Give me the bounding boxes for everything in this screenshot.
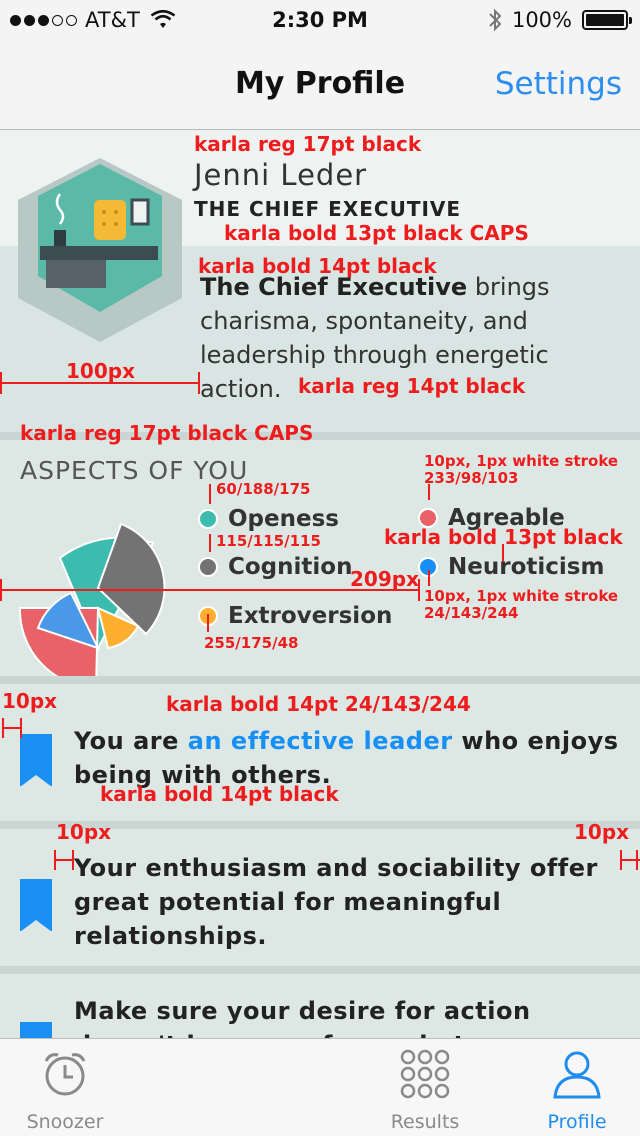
aspects-heading: ASPECTS OF YOU: [20, 456, 249, 485]
measure-line: [54, 850, 56, 870]
annotation: 255/175/48: [204, 634, 299, 652]
measure-line: [636, 850, 638, 870]
measure-line: [20, 718, 22, 738]
measure-line: [0, 579, 2, 601]
annotation: 115/115/115: [216, 532, 321, 550]
measure-line: [207, 614, 209, 632]
measure-line: [428, 570, 430, 586]
annotation: karla bold 14pt black: [100, 782, 339, 806]
measure-line: [418, 579, 420, 601]
insight-text: Your enthusiasm and sociability offer gr…: [74, 854, 598, 950]
tab-results[interactable]: Results: [360, 1039, 490, 1136]
annotation: 60/188/175: [216, 480, 311, 498]
annotation: karla reg 17pt black CAPS: [20, 421, 314, 445]
grid-dots-icon: [400, 1049, 450, 1099]
annotation: karla bold 13pt black CAPS: [224, 221, 529, 245]
battery-icon: [582, 10, 632, 30]
measure-line: [428, 484, 430, 500]
tab-label: Results: [390, 1111, 460, 1133]
openess-dot-icon: [198, 509, 218, 529]
measure-line: [2, 718, 4, 738]
navigation-header: AT&T 2:30 PM 100% My Profile Settings: [0, 0, 640, 130]
measure-line: [72, 850, 74, 870]
legend-cognition: Cognition: [198, 554, 352, 580]
annotation: 10px: [574, 820, 630, 844]
profile-name: Jenni Leder: [194, 158, 368, 192]
legend-neuroticism: Neuroticism: [418, 554, 604, 580]
annotation: karla bold 14pt 24/143/244: [166, 692, 471, 716]
annotation: 10px: [56, 820, 112, 844]
bluetooth-icon: [489, 8, 502, 32]
measure-line: [2, 727, 22, 729]
status-right: 100%: [488, 8, 632, 32]
tab-snoozer[interactable]: Snoozer: [0, 1039, 130, 1136]
legend-openess: Openess: [198, 506, 339, 532]
insight-highlight: an effective leader: [187, 727, 453, 755]
measure-line: [620, 850, 622, 870]
annotation: 209px: [350, 567, 419, 591]
annotation: 24/143/244: [424, 604, 519, 622]
battery-percent: 100%: [511, 8, 572, 32]
aspects-pie-chart: [18, 522, 166, 678]
bookmark-icon: [20, 734, 52, 787]
measure-line: [502, 544, 504, 562]
annotation: 10px: [2, 689, 58, 713]
measure-line: [54, 859, 74, 861]
profile-person-icon: [553, 1051, 601, 1099]
measure-line: [0, 382, 200, 384]
measure-line: [0, 372, 2, 394]
alarm-clock-icon: [44, 1053, 86, 1096]
measure-line: [0, 589, 420, 591]
measure-line: [209, 484, 211, 504]
cognition-dot-icon: [198, 557, 218, 577]
profile-type-title: THE CHIEF EXECUTIVE: [194, 197, 462, 221]
annotation: 10px, 1px white stroke: [424, 452, 619, 470]
settings-button[interactable]: Settings: [495, 66, 622, 102]
annotation: karla reg 14pt black: [298, 374, 526, 398]
annotation: 233/98/103: [424, 469, 519, 487]
annotation: karla bold 14pt black: [198, 254, 437, 278]
annotation: 10px, 1px white stroke: [424, 587, 619, 605]
tab-label: Profile: [547, 1111, 607, 1133]
tab-profile[interactable]: Profile: [512, 1039, 640, 1136]
tab-bar: Snoozer Results Profile: [0, 1038, 640, 1136]
tab-label: Snoozer: [26, 1111, 104, 1133]
annotation: 100px: [66, 359, 135, 383]
measure-line: [198, 372, 200, 394]
bookmark-icon: [20, 879, 52, 932]
chief-executive-badge-icon: [18, 158, 182, 342]
legend-extroversion: Extroversion: [198, 603, 392, 629]
status-bar: AT&T 2:30 PM 100%: [0, 0, 640, 40]
measure-line: [209, 534, 211, 552]
annotation: karla reg 17pt black: [194, 132, 422, 156]
